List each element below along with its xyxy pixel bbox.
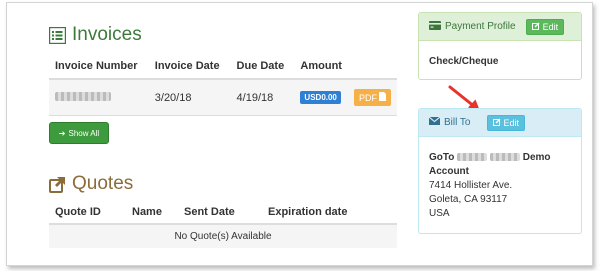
show-all-button[interactable]: ➔ Show All bbox=[49, 122, 109, 144]
pdf-label: PDF bbox=[359, 92, 377, 103]
col-actions bbox=[348, 56, 397, 80]
col-invoice-number: Invoice Number bbox=[49, 56, 149, 80]
quotes-title: Quotes bbox=[72, 173, 134, 194]
quotes-heading: Quotes bbox=[49, 173, 133, 195]
payment-profile-header: Payment Profile Edit bbox=[419, 13, 581, 41]
bill-to-panel: Bill To Edit GoTo Demo Account 7414 Holl… bbox=[418, 108, 582, 234]
invoices-title: Invoices bbox=[72, 24, 142, 45]
amount-badge: USD0.00 bbox=[300, 91, 341, 104]
payment-method: Check/Cheque bbox=[429, 56, 499, 67]
invoice-number-cell bbox=[49, 79, 149, 116]
col-quote-id: Quote ID bbox=[49, 203, 126, 225]
show-all-label: Show All bbox=[68, 128, 100, 138]
bill-to-name-suffix: Demo bbox=[522, 152, 551, 163]
bill-to-name-prefix: GoTo bbox=[429, 152, 455, 163]
col-amount: Amount bbox=[294, 56, 348, 80]
redacted-name-part bbox=[457, 153, 488, 162]
bill-to-address: GoTo Demo Account 7414 Hollister Ave. Go… bbox=[419, 137, 581, 231]
arrow-right-icon: ➔ bbox=[58, 128, 66, 138]
invoice-date-cell: 3/20/18 bbox=[148, 79, 231, 116]
payment-profile-edit-label: Edit bbox=[542, 21, 559, 32]
invoices-header-row: Invoice Number Invoice Date Due Date Amo… bbox=[49, 56, 397, 80]
list-icon bbox=[49, 26, 66, 44]
amount-cell: USD0.00 bbox=[294, 79, 348, 116]
payment-profile-edit-button[interactable]: Edit bbox=[525, 18, 565, 35]
bill-to-name-line2: Account bbox=[429, 166, 469, 177]
table-row: 3/20/18 4/19/18 USD0.00 PDF bbox=[49, 79, 397, 116]
payment-profile-body: Check/Cheque bbox=[419, 41, 581, 79]
table-row: No Quote(s) Available bbox=[49, 224, 397, 248]
redacted-invoice-number bbox=[55, 91, 111, 101]
bill-to-header: Bill To Edit bbox=[419, 109, 581, 137]
bill-to-city: Goleta, CA 93117 bbox=[429, 194, 508, 205]
payment-profile-title: Payment Profile bbox=[445, 21, 516, 32]
bill-to-country: USA bbox=[429, 208, 450, 219]
envelope-icon bbox=[428, 116, 441, 128]
bill-to-address1: 7414 Hollister Ave. bbox=[429, 180, 513, 191]
payment-profile-panel: Payment Profile Edit Check/Cheque bbox=[418, 12, 582, 80]
bill-to-edit-button[interactable]: Edit bbox=[486, 114, 526, 131]
external-link-icon bbox=[49, 176, 66, 193]
bill-to-title: Bill To bbox=[444, 117, 471, 128]
file-icon bbox=[379, 92, 386, 103]
col-name: Name bbox=[126, 203, 178, 225]
col-expiration-date: Expiration date bbox=[262, 203, 397, 225]
due-date-cell: 4/19/18 bbox=[230, 79, 295, 116]
edit-icon bbox=[492, 118, 501, 128]
col-due-date: Due Date bbox=[230, 56, 295, 80]
quotes-table: Quote ID Name Sent Date Expiration date … bbox=[49, 203, 397, 248]
pdf-cell: PDF bbox=[348, 79, 397, 116]
redacted-name-part bbox=[489, 153, 520, 162]
col-invoice-date: Invoice Date bbox=[148, 56, 231, 80]
bill-to-edit-label: Edit bbox=[503, 117, 520, 128]
quotes-header-row: Quote ID Name Sent Date Expiration date bbox=[49, 203, 397, 225]
credit-card-icon bbox=[429, 20, 441, 33]
no-quotes-message: No Quote(s) Available bbox=[49, 224, 397, 248]
pdf-button[interactable]: PDF bbox=[354, 89, 391, 106]
bill-to-name-line1: GoTo Demo bbox=[429, 147, 571, 165]
edit-icon bbox=[531, 22, 540, 32]
invoices-table: Invoice Number Invoice Date Due Date Amo… bbox=[49, 56, 397, 116]
invoices-heading: Invoices bbox=[49, 24, 142, 46]
col-sent-date: Sent Date bbox=[178, 203, 262, 225]
